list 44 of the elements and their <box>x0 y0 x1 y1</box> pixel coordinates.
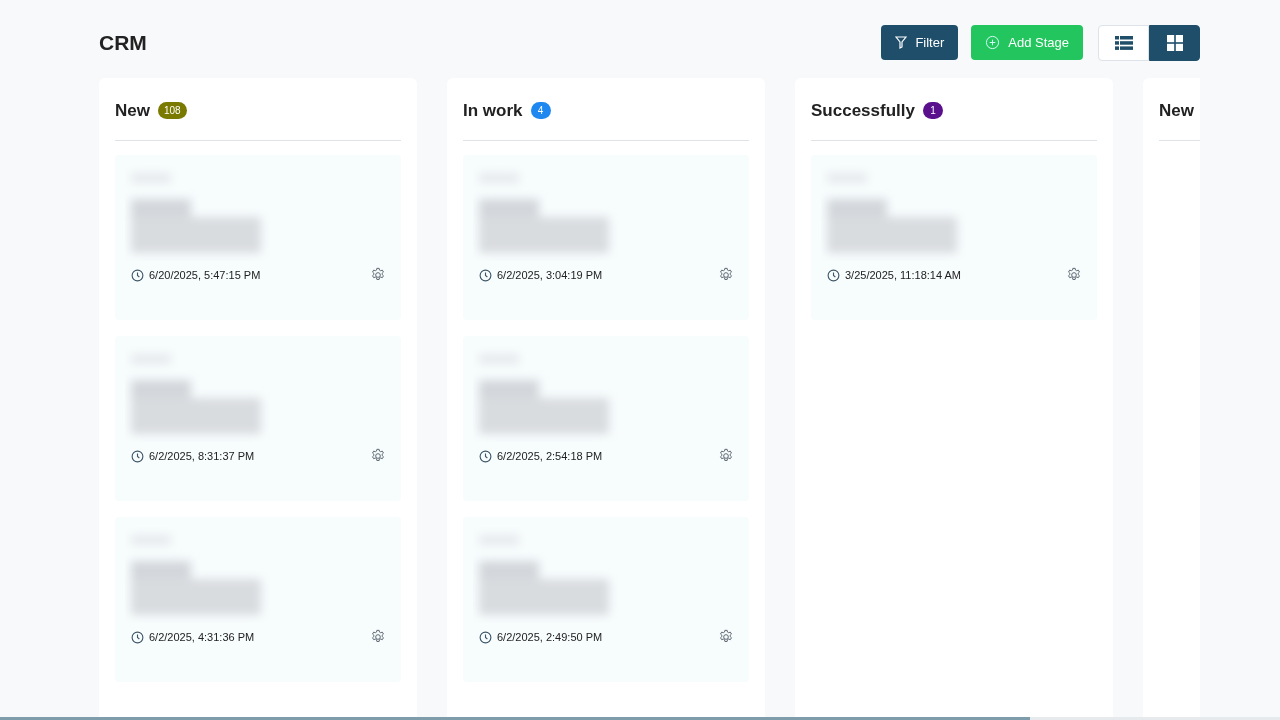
count-badge: 4 <box>530 102 551 119</box>
settings-icon[interactable] <box>718 629 734 645</box>
clock-icon <box>479 630 492 644</box>
settings-icon[interactable] <box>1066 267 1082 283</box>
grid-view-button[interactable] <box>1149 24 1200 61</box>
stage-title: New <box>1159 100 1194 121</box>
settings-icon[interactable] <box>370 267 386 283</box>
deal-card[interactable]: 6/2/2025, 8:31:37 PM <box>115 336 401 501</box>
deal-card[interactable]: 6/20/2025, 5:47:15 PM <box>115 155 401 320</box>
deal-card[interactable]: 6/2/2025, 3:04:19 PM <box>463 155 749 320</box>
card-date: 3/25/2025, 11:18:14 AM <box>827 268 961 282</box>
clock-icon <box>131 268 144 282</box>
card-date: 6/2/2025, 8:31:37 PM <box>131 449 255 463</box>
card-date: 6/2/2025, 3:04:19 PM <box>479 268 603 282</box>
settings-icon[interactable] <box>370 629 386 645</box>
settings-icon[interactable] <box>370 448 386 464</box>
count-badge: 1 <box>922 102 943 119</box>
page-title: CRM <box>99 30 147 55</box>
clock-icon <box>479 449 492 463</box>
scrollbar[interactable] <box>0 717 1280 720</box>
deal-card[interactable]: 6/2/2025, 4:31:36 PM <box>115 517 401 682</box>
filter-button[interactable]: Filter <box>881 25 959 60</box>
settings-icon[interactable] <box>718 448 734 464</box>
clock-icon <box>479 268 492 282</box>
card-date: 6/2/2025, 2:49:50 PM <box>479 630 603 644</box>
card-date: 6/20/2025, 5:47:15 PM <box>131 268 261 282</box>
stage-title: In work <box>463 100 523 121</box>
count-badge: 108 <box>157 102 187 119</box>
settings-icon[interactable] <box>718 267 734 283</box>
list-icon <box>1114 34 1133 51</box>
stage-title: Successfully <box>811 100 915 121</box>
clock-icon <box>131 449 144 463</box>
funnel-icon <box>895 36 908 49</box>
deal-card[interactable]: 6/2/2025, 2:54:18 PM <box>463 336 749 501</box>
plus-circle-icon <box>985 35 1001 50</box>
deal-card[interactable]: 3/25/2025, 11:18:14 AM <box>811 155 1097 320</box>
list-view-button[interactable] <box>1098 24 1149 61</box>
stage-title: New <box>115 100 150 121</box>
card-date: 6/2/2025, 2:54:18 PM <box>479 449 603 463</box>
clock-icon <box>131 630 144 644</box>
card-date: 6/2/2025, 4:31:36 PM <box>131 630 255 644</box>
grid-icon <box>1166 34 1183 51</box>
deal-card[interactable]: 6/2/2025, 2:49:50 PM <box>463 517 749 682</box>
clock-icon <box>827 268 840 282</box>
